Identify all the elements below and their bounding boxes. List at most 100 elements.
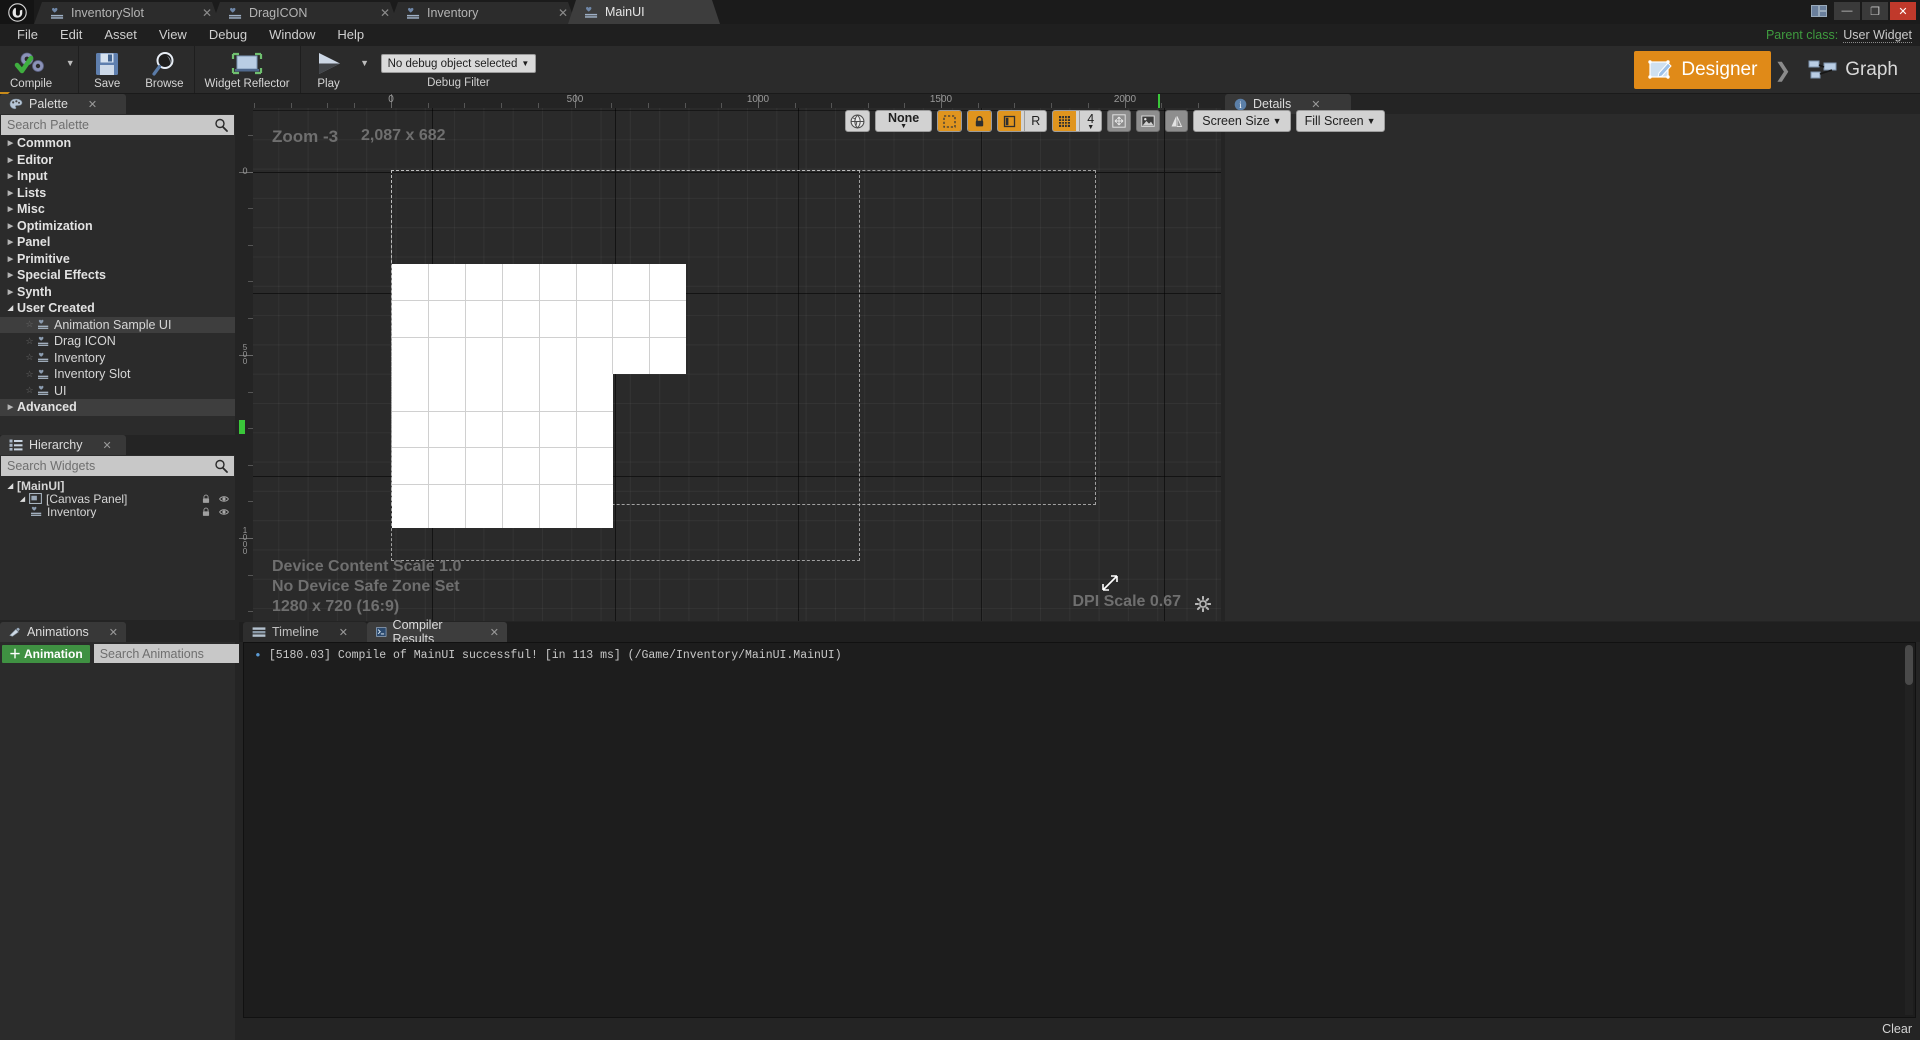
viewport-horizontal-ruler[interactable]: 0 500 1000 1500 2000 (239, 94, 1221, 108)
hierarchy-search-bar[interactable] (1, 456, 234, 476)
menu-help[interactable]: Help (326, 24, 375, 46)
document-tab-dragicon[interactable]: DragICON ✕ (212, 2, 398, 24)
tab-compiler-results[interactable]: Compiler Results ✕ (367, 618, 507, 646)
image-preview-button[interactable] (1136, 110, 1161, 132)
restore-layout-icon[interactable] (1806, 2, 1832, 20)
menu-asset[interactable]: Asset (93, 24, 148, 46)
palette-category-special-effects[interactable]: ▶ Special Effects (0, 267, 235, 284)
close-button[interactable]: ✕ (1890, 2, 1916, 20)
size-to-content-button[interactable] (1107, 110, 1132, 132)
locale-preview-button[interactable] (845, 110, 870, 132)
save-button[interactable]: Save (79, 46, 135, 93)
minimize-button[interactable]: — (1834, 2, 1860, 20)
play-button[interactable]: Play (301, 46, 357, 93)
tab-palette[interactable]: Palette ✕ (0, 94, 126, 114)
details-close-icon[interactable]: ✕ (1311, 98, 1320, 111)
palette-item-animation-sample-ui[interactable]: ☆ Animation Sample UI (0, 316, 235, 333)
tab-close-icon[interactable]: ✕ (556, 7, 570, 19)
panel-toggle[interactable] (998, 111, 1022, 131)
dashed-outline-toggle[interactable] (938, 111, 962, 131)
tab-timeline[interactable]: Timeline ✕ (243, 622, 367, 642)
favorite-star-icon[interactable]: ☆ (24, 319, 35, 330)
tab-close-icon[interactable]: ✕ (378, 7, 392, 19)
graph-mode-button[interactable]: Graph (1794, 51, 1912, 89)
grid-snap-toggle[interactable] (1053, 111, 1077, 131)
lock-icon[interactable] (201, 507, 211, 517)
designer-viewport-canvas[interactable]: Zoom -3 2,087 x 682 Device Content Scale… (253, 108, 1221, 621)
palette-item-drag-icon[interactable]: ☆ Drag ICON (0, 333, 235, 350)
document-tab-mainui[interactable]: MainUI (568, 0, 720, 24)
lock-icon[interactable] (201, 494, 211, 504)
tab-hierarchy[interactable]: Hierarchy ✕ (0, 435, 126, 455)
browse-button[interactable]: Browse (135, 46, 193, 93)
palette-search-bar[interactable] (1, 115, 234, 135)
viewport-vertical-ruler[interactable]: 0 500 1000 (239, 108, 253, 621)
widget-reflector-button[interactable]: Widget Reflector (195, 46, 300, 93)
tab-animations[interactable]: Animations ✕ (0, 622, 126, 642)
visibility-eye-icon[interactable] (219, 507, 229, 517)
designer-mode-button[interactable]: Designer (1634, 51, 1772, 89)
search-palette-input[interactable] (7, 118, 214, 132)
log-entry[interactable]: • [5180.03] Compile of MainUI successful… (244, 643, 1915, 662)
compile-button[interactable]: Compile (0, 46, 62, 93)
add-animation-button[interactable]: ＋ Animation (2, 644, 90, 663)
palette-category-user-created[interactable]: ◢ User Created (0, 300, 235, 317)
hierarchy-node-mainui[interactable]: ◢ [MainUI] (0, 479, 235, 493)
compile-dropdown-arrow[interactable]: ▼ (62, 46, 78, 93)
hierarchy-close-icon[interactable]: ✕ (103, 439, 112, 452)
compiler-results-output[interactable]: • [5180.03] Compile of MainUI successful… (243, 642, 1916, 1018)
clear-log-button[interactable]: Clear (1882, 1022, 1912, 1036)
screen-size-select[interactable]: Screen Size ▼ (1193, 110, 1291, 132)
palette-item-ui[interactable]: ☆ UI (0, 383, 235, 400)
play-dropdown-arrow[interactable]: ▼ (357, 46, 373, 93)
localization-preview-select[interactable]: None ▼ (875, 110, 933, 132)
palette-category-common[interactable]: ▶ Common (0, 135, 235, 152)
inventory-widget-preview-row-2[interactable] (392, 374, 613, 528)
palette-item-inventory[interactable]: ☆ Inventory (0, 350, 235, 367)
palette-category-editor[interactable]: ▶ Editor (0, 152, 235, 169)
favorite-star-icon[interactable]: ☆ (24, 369, 35, 380)
visibility-eye-icon[interactable] (219, 494, 229, 504)
gear-icon[interactable] (1195, 596, 1211, 612)
favorite-star-icon[interactable]: ☆ (24, 352, 35, 363)
palette-category-primitive[interactable]: ▶ Primitive (0, 251, 235, 268)
hierarchy-node-canvas-panel[interactable]: ◢ [Canvas Panel] (0, 492, 235, 506)
palette-item-inventory-slot[interactable]: ☆ Inventory Slot (0, 366, 235, 383)
palette-category-input[interactable]: ▶ Input (0, 168, 235, 185)
menu-bar: File Edit Asset View Debug Window Help (0, 24, 1920, 46)
parent-class-link[interactable]: User Widget (1843, 28, 1912, 43)
tab-close-icon[interactable]: ✕ (200, 7, 214, 19)
fill-screen-select[interactable]: Fill Screen ▼ (1295, 110, 1385, 132)
palette-category-misc[interactable]: ▶ Misc (0, 201, 235, 218)
palette-category-advanced[interactable]: ▶ Advanced (0, 399, 235, 416)
animations-close-icon[interactable]: ✕ (109, 626, 118, 639)
timeline-close-icon[interactable]: ✕ (339, 626, 348, 639)
favorite-star-icon[interactable]: ☆ (24, 385, 35, 396)
menu-edit[interactable]: Edit (49, 24, 93, 46)
maximize-button[interactable]: ❐ (1862, 2, 1888, 20)
compiler-results-close-icon[interactable]: ✕ (490, 626, 499, 639)
menu-window[interactable]: Window (258, 24, 326, 46)
palette-category-synth[interactable]: ▶ Synth (0, 284, 235, 301)
inventory-widget-preview[interactable] (392, 264, 686, 374)
document-tab-inventoryslot[interactable]: InventorySlot ✕ (34, 2, 220, 24)
palette-close-icon[interactable]: ✕ (88, 98, 97, 111)
log-scrollbar-thumb[interactable] (1905, 645, 1913, 685)
document-tab-inventory[interactable]: Inventory ✕ (390, 2, 576, 24)
palette-category-optimization[interactable]: ▶ Optimization (0, 218, 235, 235)
search-widgets-input[interactable] (7, 459, 214, 473)
menu-debug[interactable]: Debug (198, 24, 258, 46)
palette-category-lists[interactable]: ▶ Lists (0, 185, 235, 202)
log-scrollbar-track[interactable] (1905, 645, 1913, 1015)
palette-category-panel[interactable]: ▶ Panel (0, 234, 235, 251)
menu-view[interactable]: View (148, 24, 198, 46)
favorite-star-icon[interactable]: ☆ (24, 336, 35, 347)
mirror-button[interactable] (1165, 110, 1189, 132)
grid-size-stepper[interactable]: 4 ▼ (1079, 111, 1101, 131)
lock-toggle[interactable] (968, 111, 992, 131)
menu-file[interactable]: File (6, 24, 49, 46)
resolution-toggle[interactable]: R (1024, 111, 1046, 131)
debug-object-select[interactable]: No debug object selected ▼ (380, 54, 537, 73)
search-animations-input[interactable] (99, 646, 261, 661)
hierarchy-node-inventory[interactable]: Inventory (0, 505, 235, 518)
